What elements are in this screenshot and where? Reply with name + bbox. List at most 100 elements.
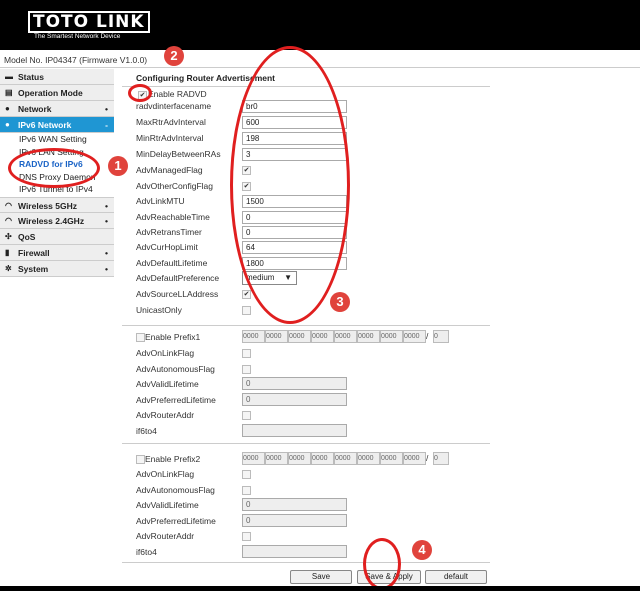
wifi-icon: ◠ [5,216,12,225]
prefix2-octet[interactable]: 0000 [334,452,357,465]
prefix2-routeraddr-checkbox[interactable] [242,532,251,541]
prefix2-valid-input[interactable]: 0 [242,498,347,511]
header-bar: TOTO LINK The Smartest Network Device [0,0,640,50]
prefix2-octet[interactable]: 0000 [357,452,380,465]
prefix1-octet[interactable]: 0000 [242,330,265,343]
annotation-ellipse-enable-radvd [128,84,152,102]
prefix2-octet[interactable]: 0000 [288,452,311,465]
globe-icon: ● [5,120,10,129]
prefix1-octet[interactable]: 0000 [357,330,380,343]
prefix1-octet[interactable]: 0000 [334,330,357,343]
prefix2-octet[interactable]: 0000 [265,452,288,465]
sidebar-item-operation-mode[interactable]: ▤ Operation Mode [0,85,114,101]
submenu-ipv6-wan-setting[interactable]: IPv6 WAN Setting [0,133,114,146]
prefix1-routeraddr-checkbox[interactable] [242,411,251,420]
sidebar-item-firewall[interactable]: ▮ Firewall • [0,245,114,261]
annotation-ellipse-radvd-menu [8,148,100,188]
globe-icon: ● [5,104,10,113]
prefix1-preferred-label: AdvPreferredLifetime [136,395,216,405]
brand-logo: TOTO LINK [28,11,150,33]
prefix1-address: 0000 0000 0000 0000 0000 0000 0000 0000 … [242,330,462,344]
sidebar-item-wireless-5ghz[interactable]: ◠ Wireless 5GHz • [0,197,114,213]
prefix1-preferred-input[interactable]: 0 [242,393,347,406]
annotation-badge: 1 [108,156,128,176]
field-label: AdvReachableTime [136,212,210,222]
prefix2-valid-label: AdvValidLifetime [136,500,199,510]
enable-prefix1-checkbox[interactable] [136,333,145,342]
enable-prefix1-label: Enable Prefix1 [145,332,201,342]
prefix1-onlink-checkbox[interactable] [242,349,251,358]
annotation-ellipse-save-apply [363,538,401,590]
field-label: AdvOtherConfigFlag [136,181,214,191]
sidebar-item-network[interactable]: ● Network • [0,101,114,117]
prefix1-onlink-label: AdvOnLinkFlag [136,348,195,358]
prefix1-if6to4-input[interactable] [242,424,347,437]
prefix1-slash: / [426,331,429,341]
section-divider [122,325,490,326]
prefix1-valid-label: AdvValidLifetime [136,379,199,389]
field-label: MinRtrAdvInterval [136,133,204,143]
prefix2-routeraddr-label: AdvRouterAddr [136,531,195,541]
prefix1-length[interactable]: 0 [433,330,449,343]
advsourcelladdress-checkbox[interactable]: ✔ [242,290,251,299]
field-label: AdvDefaultLifetime [136,258,208,268]
prefix2-autonomous-label: AdvAutonomousFlag [136,485,215,495]
prefix2-octet[interactable]: 0000 [380,452,403,465]
prefix1-autonomous-checkbox[interactable] [242,365,251,374]
prefix1-octet[interactable]: 0000 [403,330,426,343]
annotation-ellipse-settings [230,46,350,324]
unicastonly-checkbox[interactable] [242,306,251,315]
prefix2-onlink-label: AdvOnLinkFlag [136,469,195,479]
enable-prefix2-label: Enable Prefix2 [145,454,201,464]
save-button[interactable]: Save [290,570,352,584]
sidebar-item-wireless-24ghz[interactable]: ◠ Wireless 2.4GHz • [0,213,114,229]
field-label: AdvSourceLLAddress [136,289,219,299]
brand-tagline: The Smartest Network Device [34,33,121,40]
operation-icon: ▤ [5,88,13,97]
qos-icon: ✣ [5,232,12,241]
field-label: AdvManagedFlag [136,165,203,175]
field-label: AdvDefaultPreference [136,273,220,283]
enable-prefix2-checkbox[interactable] [136,455,145,464]
field-label: AdvRetransTimer [136,227,202,237]
annotation-badge: 2 [164,46,184,66]
field-label: MaxRtrAdvInterval [136,117,206,127]
prefix2-slash: / [426,453,429,463]
field-label: AdvCurHopLimit [136,242,198,252]
field-label: AdvLinkMTU [136,196,185,206]
model-info: Model No. IP04347 (Firmware V1.0.0) [4,55,148,65]
prefix2-octet[interactable]: 0000 [403,452,426,465]
prefix2-address: 0000 0000 0000 0000 0000 0000 0000 0000 … [242,452,462,466]
sidebar-item-system[interactable]: ✲ System • [0,261,114,277]
field-label: MinDelayBetweenRAs [136,149,221,159]
prefix1-octet[interactable]: 0000 [380,330,403,343]
prefix2-preferred-label: AdvPreferredLifetime [136,516,216,526]
prefix1-octet[interactable]: 0000 [265,330,288,343]
footer-bar [0,586,640,591]
sidebar-item-qos[interactable]: ✣ QoS [0,229,114,245]
default-button[interactable]: default [425,570,487,584]
prefix2-octet[interactable]: 0000 [311,452,334,465]
prefix1-routeraddr-label: AdvRouterAddr [136,410,195,420]
lock-icon: ▮ [5,248,10,257]
section-divider [122,443,490,444]
enable-radvd-label: Enable RADVD [148,89,207,99]
sidebar-item-ipv6-network[interactable]: ● IPv6 Network - [0,117,114,133]
prefix1-if6to4-label: if6to4 [136,426,157,436]
prefix1-valid-input[interactable]: 0 [242,377,347,390]
wifi-icon: ◠ [5,201,12,210]
prefix2-octet[interactable]: 0000 [242,452,265,465]
field-label: radvdinterfacename [136,101,212,111]
prefix1-octet[interactable]: 0000 [288,330,311,343]
prefix2-if6to4-label: if6to4 [136,547,157,557]
prefix2-if6to4-input[interactable] [242,545,347,558]
sidebar-item-status[interactable]: ▬ Status [0,69,114,85]
section-divider [122,562,490,563]
prefix1-octet[interactable]: 0000 [311,330,334,343]
monitor-icon: ▬ [5,72,13,81]
prefix2-preferred-input[interactable]: 0 [242,514,347,527]
prefix2-onlink-checkbox[interactable] [242,470,251,479]
annotation-badge: 4 [412,540,432,560]
prefix2-autonomous-checkbox[interactable] [242,486,251,495]
prefix2-length[interactable]: 0 [433,452,449,465]
